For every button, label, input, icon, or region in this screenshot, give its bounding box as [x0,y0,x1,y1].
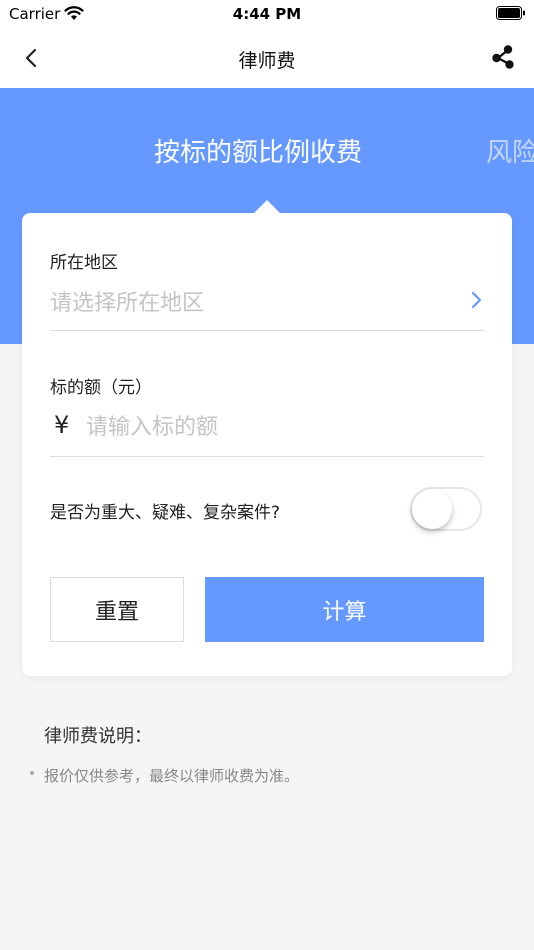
bullet-icon: • [28,766,37,782]
yuan-icon: ¥ [54,411,70,439]
active-tab-indicator [254,200,280,213]
toggle-knob [412,489,452,529]
region-placeholder: 请选择所在地区 [50,291,205,316]
tab-proportional-fee[interactable]: 按标的额比例收费 [154,132,362,169]
calculate-button[interactable]: 计算 [205,577,484,642]
amount-label: 标的额（元） [50,378,152,398]
amount-input[interactable] [86,407,476,447]
status-time: 4:44 PM [232,5,302,23]
status-bar: Carrier 4:44 PM [0,0,534,28]
note-item: 报价仅供参考，最终以律师收费为准。 [44,767,300,785]
nav-bar: 律师费 [0,28,534,88]
tab-risk-fee[interactable]: 风险 [486,132,534,169]
region-selector[interactable]: 请选择所在地区 [50,279,484,331]
fee-form-card: 所在地区 请选择所在地区 标的额（元） ¥ 是否为重大、疑难、复杂案件? 重置 … [22,213,512,676]
chevron-right-icon [471,291,482,309]
reset-button[interactable]: 重置 [50,577,184,642]
complex-case-toggle[interactable] [410,487,482,531]
page-title: 律师费 [238,50,296,72]
battery-icon [496,6,525,20]
amount-field: ¥ [50,405,484,457]
notes-title: 律师费说明： [44,726,152,747]
share-icon[interactable] [490,44,516,70]
complex-case-label: 是否为重大、疑难、复杂案件? [50,503,281,523]
region-label: 所在地区 [50,253,118,273]
